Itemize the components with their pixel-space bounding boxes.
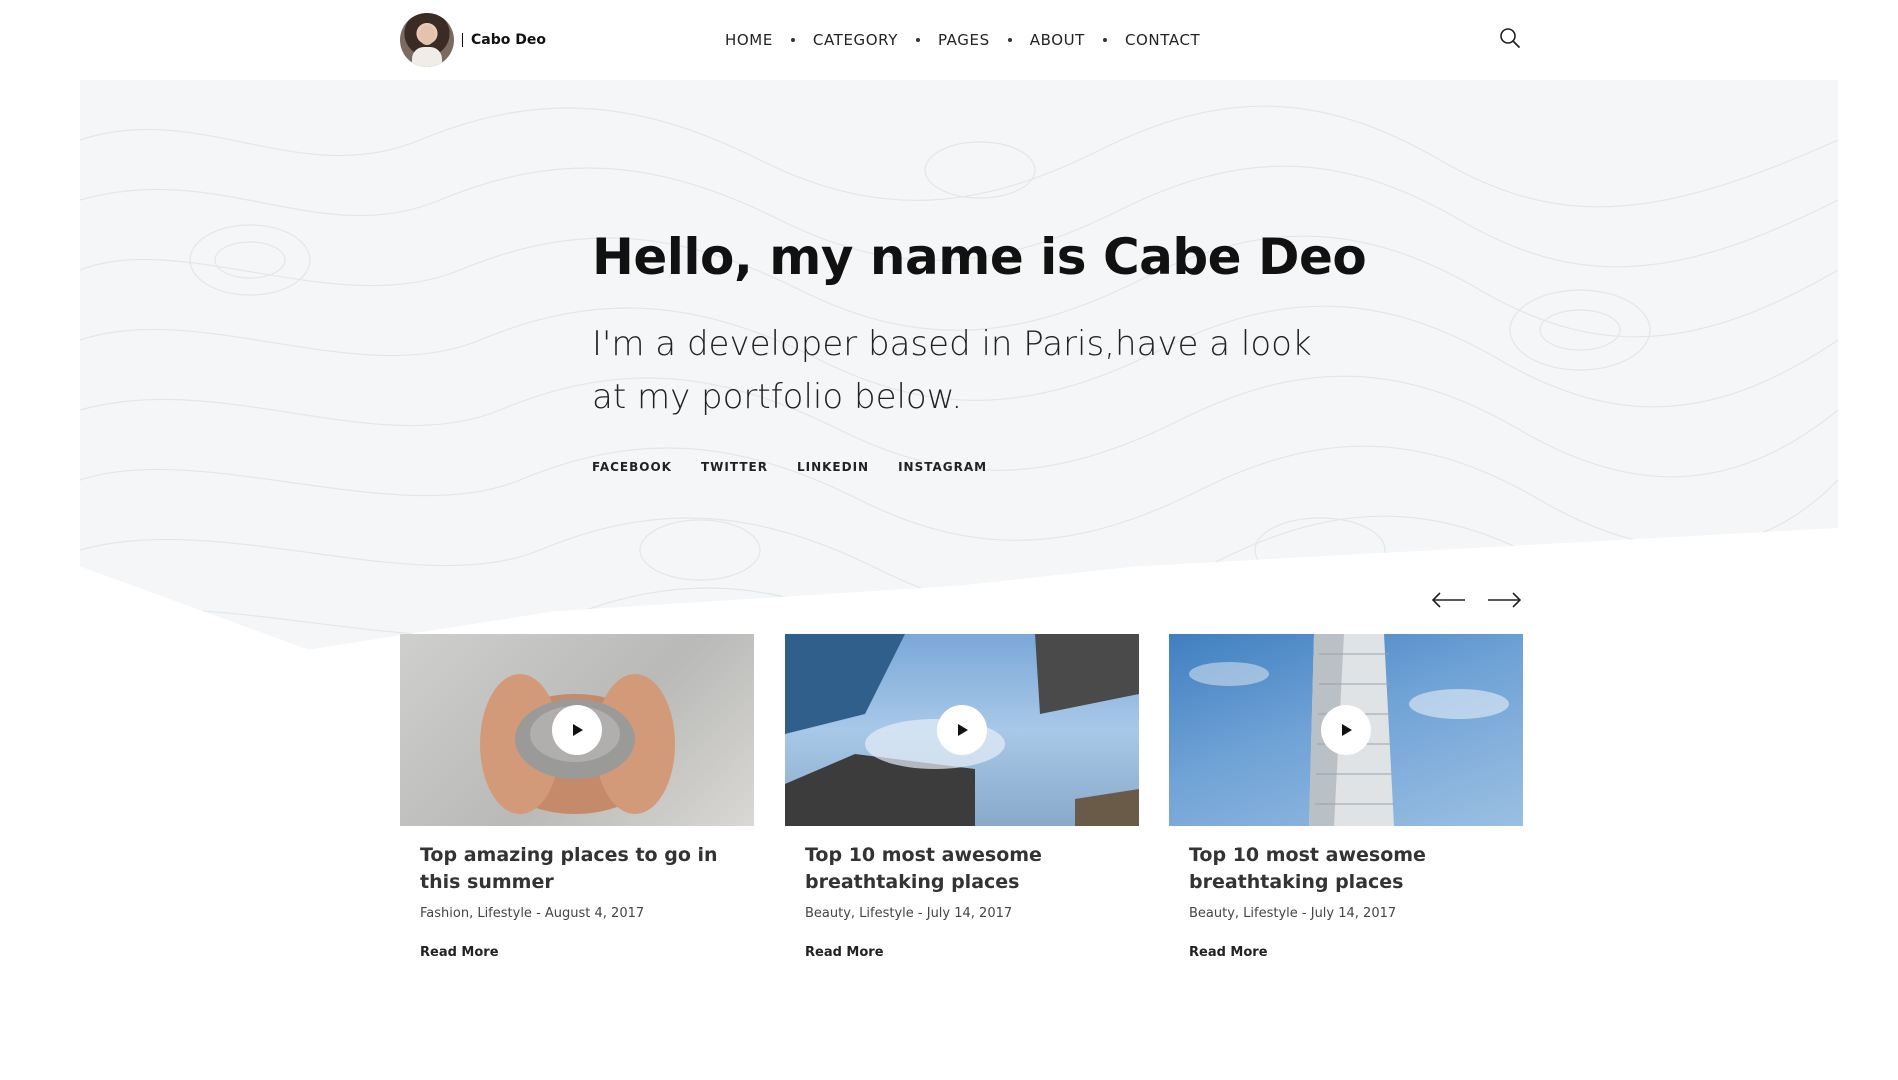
- nav-separator: [915, 38, 920, 42]
- play-icon: [573, 724, 583, 736]
- play-button[interactable]: [552, 705, 602, 755]
- post-thumbnail[interactable]: [785, 634, 1139, 826]
- slider-prev-button[interactable]: [1431, 590, 1467, 610]
- nav-separator: [1007, 38, 1012, 42]
- post-thumbnail[interactable]: [1169, 634, 1523, 826]
- main-nav: HOME CATEGORY PAGES ABOUT CONTACT: [725, 31, 1200, 49]
- arrow-right-icon: [1488, 592, 1522, 608]
- brand-name: Cabo Deo: [471, 32, 546, 48]
- nav-pages[interactable]: PAGES: [938, 31, 990, 49]
- arrow-left-icon: [1431, 592, 1465, 608]
- read-more-link[interactable]: Read More: [805, 945, 884, 960]
- nav-separator: [790, 38, 795, 42]
- nav-home[interactable]: HOME: [725, 31, 773, 49]
- nav-about[interactable]: ABOUT: [1030, 31, 1085, 49]
- play-button[interactable]: [1321, 705, 1371, 755]
- search-icon: [1500, 28, 1520, 48]
- read-more-link[interactable]: Read More: [1189, 945, 1268, 960]
- nav-separator: [1102, 38, 1107, 42]
- post-card: Top 10 most awesome breathtaking places …: [785, 634, 1139, 960]
- post-title[interactable]: Top 10 most awesome breathtaking places: [1189, 842, 1503, 896]
- hero-subtitle: I'm a developer based in Paris,have a lo…: [592, 324, 1312, 417]
- play-button[interactable]: [937, 705, 987, 755]
- social-links: FACEBOOK TWITTER LINKEDIN INSTAGRAM: [592, 460, 987, 474]
- read-more-link[interactable]: Read More: [420, 945, 499, 960]
- search-button[interactable]: [1498, 26, 1522, 50]
- play-icon: [1342, 724, 1352, 736]
- slider-next-button[interactable]: [1486, 590, 1522, 610]
- post-meta: Beauty, Lifestyle - July 14, 2017: [1189, 906, 1397, 921]
- brand-logo[interactable]: Cabo Deo: [400, 13, 546, 67]
- nav-contact[interactable]: CONTACT: [1125, 31, 1200, 49]
- post-title[interactable]: Top 10 most awesome breathtaking places: [805, 842, 1119, 896]
- hero-title: Hello, my name is Cabe Deo: [592, 228, 1367, 286]
- social-linkedin[interactable]: LINKEDIN: [797, 460, 869, 474]
- social-instagram[interactable]: INSTAGRAM: [898, 460, 987, 474]
- post-meta: Beauty, Lifestyle - July 14, 2017: [805, 906, 1013, 921]
- site-header: Cabo Deo HOME CATEGORY PAGES ABOUT CONTA…: [0, 0, 1898, 80]
- social-facebook[interactable]: FACEBOOK: [592, 460, 672, 474]
- post-title[interactable]: Top amazing places to go in this summer: [420, 842, 734, 896]
- post-meta: Fashion, Lifestyle - August 4, 2017: [420, 906, 645, 921]
- avatar: [400, 13, 454, 67]
- social-twitter[interactable]: TWITTER: [701, 460, 768, 474]
- post-card: Top 10 most awesome breathtaking places …: [1169, 634, 1523, 960]
- post-thumbnail[interactable]: [400, 634, 754, 826]
- post-card: Top amazing places to go in this summer …: [400, 634, 754, 960]
- play-icon: [958, 724, 968, 736]
- nav-category[interactable]: CATEGORY: [813, 31, 898, 49]
